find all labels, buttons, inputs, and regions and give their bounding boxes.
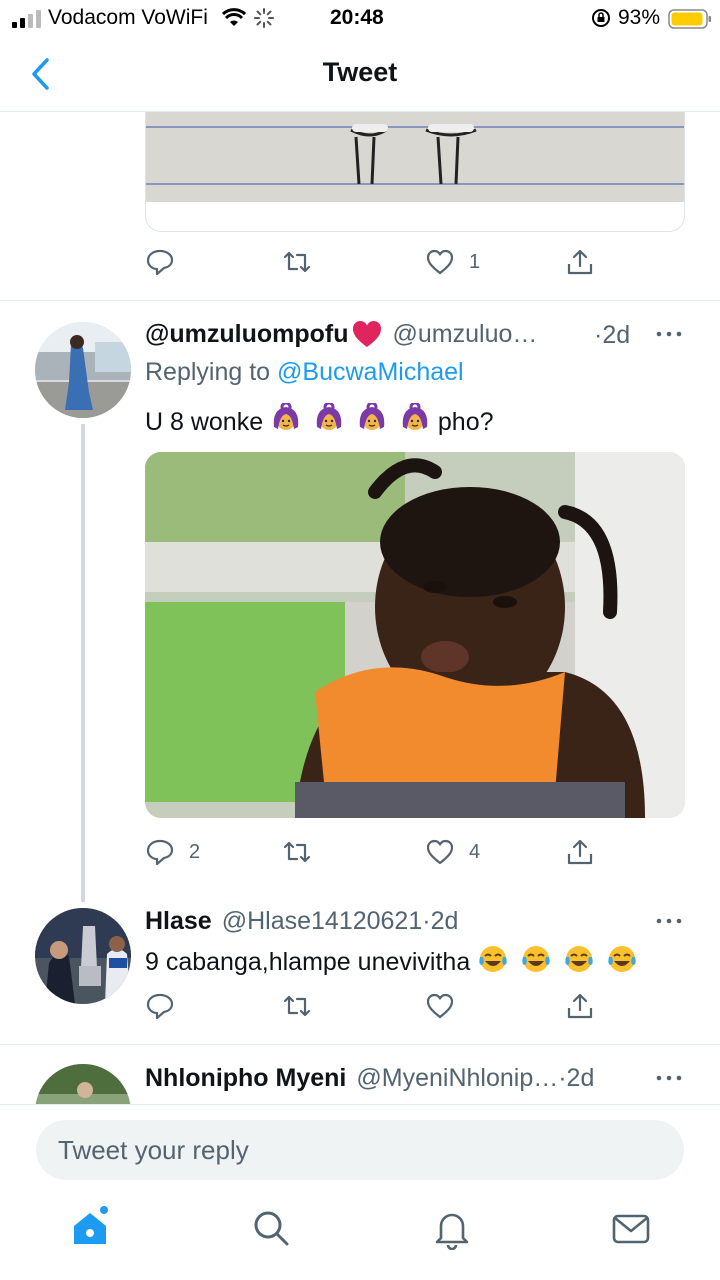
red-heart-icon xyxy=(352,321,381,347)
share-icon xyxy=(567,839,593,865)
nav-header: Tweet xyxy=(0,40,720,112)
share-icon xyxy=(567,249,593,275)
tweet-image-cut[interactable] xyxy=(145,112,685,232)
divider xyxy=(0,300,720,301)
woman-gesturing-ok-icon xyxy=(402,403,428,430)
reply-button[interactable]: 2 xyxy=(145,834,200,870)
notifications-icon[interactable] xyxy=(430,1206,474,1250)
avatar[interactable] xyxy=(35,908,131,1004)
like-button[interactable]: 1 xyxy=(425,244,480,280)
carrier-label: Vodacom VoWiFi xyxy=(48,6,208,29)
reply-icon xyxy=(146,249,174,276)
retweet-icon xyxy=(283,995,311,1017)
messages-icon[interactable] xyxy=(609,1206,653,1250)
emoji-group xyxy=(270,403,438,436)
share-button[interactable] xyxy=(565,244,595,280)
tweet-reply-text: 9 cabanga,hlampe unevivitha xyxy=(145,948,471,976)
activity-spinner-icon xyxy=(254,8,274,28)
reply-icon xyxy=(146,839,174,866)
signal-icon xyxy=(12,10,41,28)
tab-bar xyxy=(0,1206,720,1266)
timestamp[interactable]: ·2d xyxy=(422,907,458,936)
more-options-icon[interactable] xyxy=(654,1068,684,1088)
tweet-text: U 8 wonke pho? xyxy=(145,403,494,437)
timestamp[interactable]: ·2d xyxy=(558,1064,594,1093)
like-button[interactable]: 4 xyxy=(425,834,480,870)
tweet-next-header: Nhlonipho Myeni @MyeniNhlonip… ·2d xyxy=(145,1061,594,1095)
reply-button[interactable] xyxy=(145,244,175,280)
reply-input[interactable] xyxy=(36,1120,684,1180)
avatar-image xyxy=(35,322,131,418)
tweet-reply-actions xyxy=(145,988,605,1024)
retweet-button[interactable] xyxy=(282,244,312,280)
tweet-reply-header: Hlase @Hlase14120621 ·2d xyxy=(145,904,458,938)
like-button[interactable] xyxy=(425,988,455,1024)
timestamp[interactable]: ·2d xyxy=(594,321,630,350)
replying-prefix: Replying to xyxy=(145,358,271,386)
avatar[interactable] xyxy=(35,322,131,418)
handle[interactable]: @MyeniNhlonip… xyxy=(356,1064,558,1093)
retweet-button[interactable] xyxy=(282,834,312,870)
face-with-tears-of-joy-icon xyxy=(565,946,593,972)
heart-icon xyxy=(426,839,454,865)
display-name[interactable]: Nhlonipho Myeni xyxy=(145,1064,346,1093)
retweet-icon xyxy=(283,841,311,863)
share-button[interactable] xyxy=(565,834,595,870)
face-with-tears-of-joy-icon xyxy=(522,946,550,972)
avatar-image xyxy=(35,908,131,1004)
reply-icon xyxy=(146,993,174,1020)
battery-icon xyxy=(668,9,711,29)
tweet-text-part2: pho? xyxy=(437,408,494,436)
handle[interactable]: @Hlase14120621 xyxy=(222,907,423,936)
drawing-image xyxy=(146,112,684,202)
replying-to: Replying to @BucwaMichael xyxy=(145,358,464,387)
clock: 20:48 xyxy=(330,6,384,29)
retweet-button[interactable] xyxy=(282,988,312,1024)
tweet-top-actions: 1 xyxy=(145,244,605,280)
tweet-text-part1: U 8 wonke xyxy=(145,408,264,436)
child-photo xyxy=(145,452,685,818)
like-count: 1 xyxy=(469,250,481,273)
tweet-main-header: @umzuluompofu @umzuluo… xyxy=(145,317,537,351)
tweet-text: 9 cabanga,hlampe unevivitha xyxy=(145,943,642,977)
handle[interactable]: @umzuluo… xyxy=(393,320,538,349)
reply-count: 2 xyxy=(189,840,201,863)
retweet-icon xyxy=(283,251,311,273)
share-icon xyxy=(567,993,593,1019)
battery-percent: 93% xyxy=(618,6,661,29)
woman-gesturing-ok-icon xyxy=(273,403,299,430)
woman-gesturing-ok-icon xyxy=(316,403,342,430)
reply-button[interactable] xyxy=(145,988,175,1024)
home-icon[interactable] xyxy=(68,1206,112,1250)
tweet-photo[interactable] xyxy=(145,452,685,818)
like-count: 4 xyxy=(469,840,481,863)
page-title: Tweet xyxy=(322,57,398,87)
face-with-tears-of-joy-icon xyxy=(479,946,507,972)
status-bar: Vodacom VoWiFi 20:48 93% xyxy=(0,0,720,40)
display-name[interactable]: @umzuluompofu xyxy=(145,320,349,349)
divider xyxy=(0,1044,720,1045)
reply-mention-link[interactable]: @BucwaMichael xyxy=(277,358,464,386)
orientation-lock-icon xyxy=(592,9,610,27)
share-button[interactable] xyxy=(565,988,595,1024)
heart-icon xyxy=(426,993,454,1019)
wifi-icon xyxy=(222,8,246,26)
woman-gesturing-ok-icon xyxy=(359,403,385,430)
more-options-icon[interactable] xyxy=(654,911,684,931)
search-icon[interactable] xyxy=(249,1206,293,1250)
tweet-main-actions: 2 4 xyxy=(145,834,605,870)
face-with-tears-of-joy-icon xyxy=(608,946,636,972)
emoji-group xyxy=(470,946,642,976)
display-name[interactable]: Hlase xyxy=(145,907,212,936)
heart-icon xyxy=(426,249,454,275)
more-options-icon[interactable] xyxy=(654,324,684,344)
thread-line xyxy=(81,424,85,902)
